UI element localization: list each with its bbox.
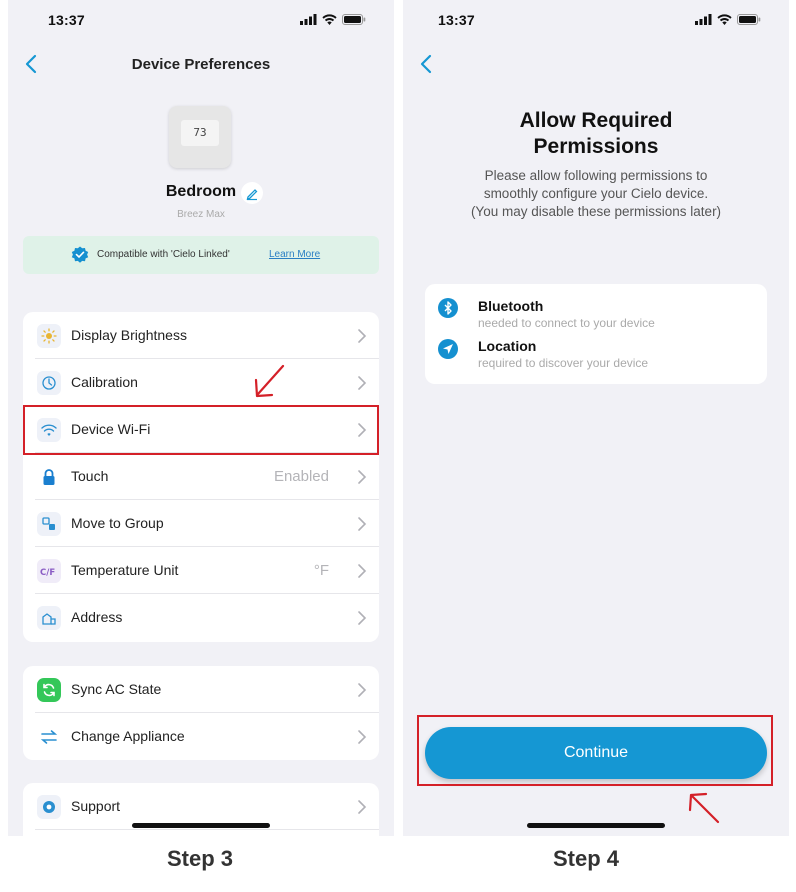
arrow-up-left-icon xyxy=(688,792,720,824)
chevron-right-icon xyxy=(358,376,367,390)
settings-row-move-to-group[interactable]: Move to Group xyxy=(23,500,379,547)
permission-description: required to discover your device xyxy=(478,356,649,370)
lock-icon xyxy=(37,465,61,489)
bluetooth-icon xyxy=(438,298,458,318)
row-label: Display Brightness xyxy=(71,327,187,343)
settings-row-sync-ac-state[interactable]: Sync AC State xyxy=(23,666,379,713)
description-line: (You may disable these permissions later… xyxy=(470,204,722,219)
wifi-status-icon xyxy=(717,14,732,25)
row-label: Temperature Unit xyxy=(71,562,179,578)
svg-text:C/F: C/F xyxy=(40,568,55,577)
chevron-right-icon xyxy=(358,470,367,484)
settings-card-appliance: Sync AC State Change Appliance xyxy=(23,666,379,760)
address-icon xyxy=(37,606,61,630)
row-label: Move to Group xyxy=(71,515,164,531)
learn-more-link[interactable]: Learn More xyxy=(269,249,320,260)
device-name: Bedroom xyxy=(165,183,237,200)
home-indicator xyxy=(132,823,270,828)
status-time: 13:37 xyxy=(438,12,475,28)
settings-row-display-brightness[interactable]: Display Brightness xyxy=(23,312,379,359)
wifi-status-icon xyxy=(322,14,337,25)
permissions-title: Allow Required Permissions xyxy=(519,109,673,158)
row-label: Support xyxy=(71,798,121,814)
status-bar: 13:37 xyxy=(403,0,789,40)
pencil-icon xyxy=(246,189,258,201)
row-label: Address xyxy=(71,609,123,625)
verified-badge-icon xyxy=(71,246,89,263)
permissions-description: Please allow following permissions to sm… xyxy=(403,167,789,221)
settings-row-calibration[interactable]: Calibration xyxy=(23,359,379,406)
chevron-right-icon xyxy=(358,683,367,697)
compatibility-banner: Compatible with 'Cielo Linked' Learn Mor… xyxy=(23,236,379,274)
chevron-right-icon xyxy=(358,730,367,744)
permission-name: Location xyxy=(478,338,537,354)
row-value: °F xyxy=(313,562,329,579)
settings-row-change-appliance[interactable]: Change Appliance xyxy=(23,713,379,760)
page-title: Device Preferences xyxy=(131,56,271,73)
device-thumbnail: 73 xyxy=(169,106,231,168)
highlight-box-continue xyxy=(417,715,773,786)
row-label: Change Appliance xyxy=(71,728,185,744)
home-indicator xyxy=(527,823,665,828)
chevron-right-icon xyxy=(358,517,367,531)
chevron-right-icon xyxy=(358,800,367,814)
chevron-right-icon xyxy=(358,329,367,343)
settings-card-primary: Display Brightness Calibration Device Wi… xyxy=(23,312,379,642)
step-label-right: Step 4 xyxy=(553,846,620,871)
chevron-right-icon xyxy=(358,564,367,578)
settings-card-support: Support xyxy=(23,783,379,836)
permission-description: needed to connect to your device xyxy=(478,316,655,330)
battery-icon xyxy=(737,14,761,25)
highlight-box-wifi xyxy=(23,405,379,455)
row-label: Touch xyxy=(71,468,109,484)
row-label: Sync AC State xyxy=(71,681,162,697)
description-line: Please allow following permissions to xyxy=(484,168,708,183)
temperature-unit-icon: C/F xyxy=(37,559,61,583)
permissions-card: Bluetooth needed to connect to your devi… xyxy=(425,284,767,384)
row-value: Enabled xyxy=(273,468,329,485)
settings-row-touch[interactable]: Touch Enabled xyxy=(23,453,379,500)
group-icon xyxy=(37,512,61,536)
status-icons xyxy=(695,14,761,25)
row-label: Calibration xyxy=(71,374,138,390)
status-bar: 13:37 xyxy=(8,0,394,40)
signal-icon xyxy=(300,14,317,25)
sync-icon xyxy=(37,678,61,702)
edit-name-button[interactable] xyxy=(241,182,263,204)
sun-icon xyxy=(37,324,61,348)
compatibility-text: Compatible with 'Cielo Linked' xyxy=(97,249,230,260)
device-display-reading: 73 xyxy=(181,120,219,146)
support-icon xyxy=(37,795,61,819)
permission-name: Bluetooth xyxy=(478,298,544,314)
calibration-icon xyxy=(37,371,61,395)
swap-icon xyxy=(37,725,61,749)
status-time: 13:37 xyxy=(48,12,85,28)
location-icon xyxy=(438,339,458,359)
battery-icon xyxy=(342,14,366,25)
settings-row-address[interactable]: Address xyxy=(23,594,379,641)
back-chevron-icon[interactable] xyxy=(415,52,439,76)
status-icons xyxy=(300,14,366,25)
chevron-right-icon xyxy=(358,611,367,625)
device-model: Breez Max xyxy=(177,209,225,220)
signal-icon xyxy=(695,14,712,25)
step-label-left: Step 3 xyxy=(167,846,234,871)
description-line: smoothly configure your Cielo device. xyxy=(483,186,709,201)
permissions-screen: 13:37 Allow Required Permissions Please … xyxy=(403,0,789,836)
arrow-down-left-icon xyxy=(254,364,285,398)
settings-row-temperature-unit[interactable]: C/F Temperature Unit °F xyxy=(23,547,379,594)
tutorial-canvas: 13:37 Device Preferences 73 Bedroom Bree… xyxy=(0,0,796,892)
